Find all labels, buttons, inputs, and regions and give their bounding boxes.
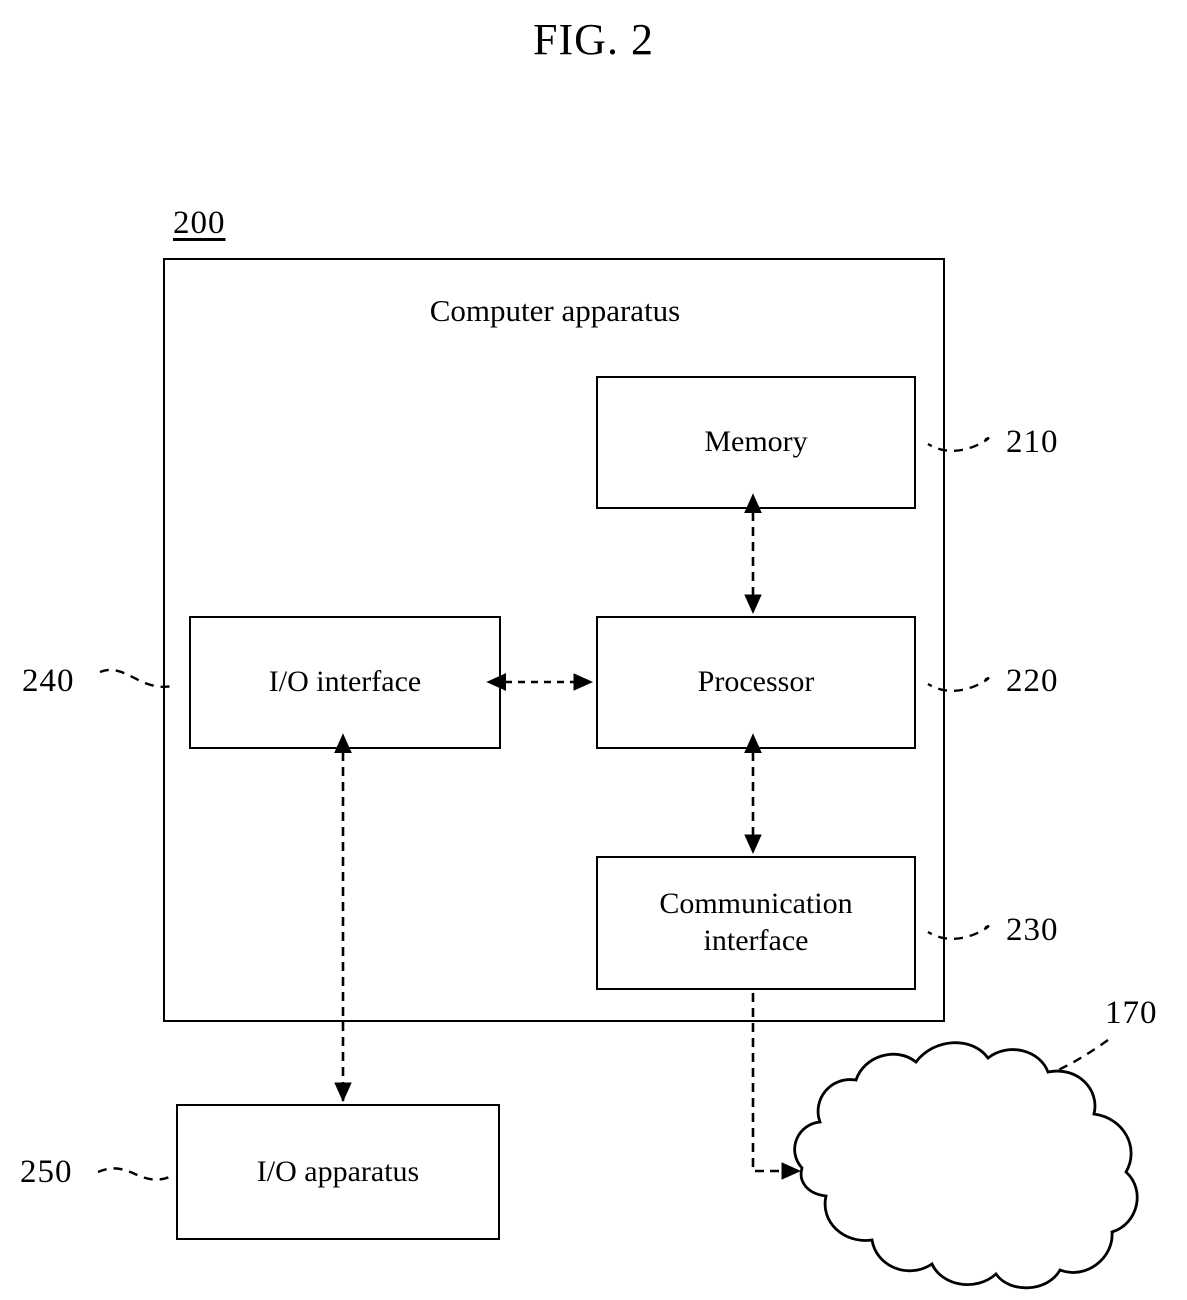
io-interface-block: I/O interface [189,616,501,749]
ref-label-240: 240 [22,663,75,699]
computer-apparatus-label: Computer apparatus [429,293,681,328]
communication-interface-block: Communication interface [596,856,916,990]
io-interface-block-label: I/O interface [268,665,422,699]
communication-interface-label-line2: interface [703,924,809,957]
processor-block: Processor [596,616,916,749]
ref-label-210: 210 [1006,424,1059,460]
ref-label-230: 230 [1006,912,1059,948]
io-apparatus-block: I/O apparatus [176,1104,500,1240]
network-cloud-label: Network [915,1156,1025,1191]
memory-block-label: Memory [704,425,808,459]
ref-label-200: 200 [173,205,226,241]
io-apparatus-block-label: I/O apparatus [256,1154,420,1188]
leader-line-240 [99,668,173,688]
ref-label-220: 220 [1006,663,1059,699]
leader-line-250 [97,1167,173,1181]
ref-label-250: 250 [20,1154,73,1190]
leader-line-170 [1039,1039,1109,1080]
communication-interface-label-line1: Communication [659,887,853,921]
figure-title: FIG. 2 [533,15,654,64]
patent-figure-2: FIG. 2 200 Computer apparatus Memory 210… [0,0,1187,1300]
processor-block-label: Processor [697,665,815,699]
memory-block: Memory [596,376,916,509]
ref-label-170: 170 [1105,995,1158,1031]
